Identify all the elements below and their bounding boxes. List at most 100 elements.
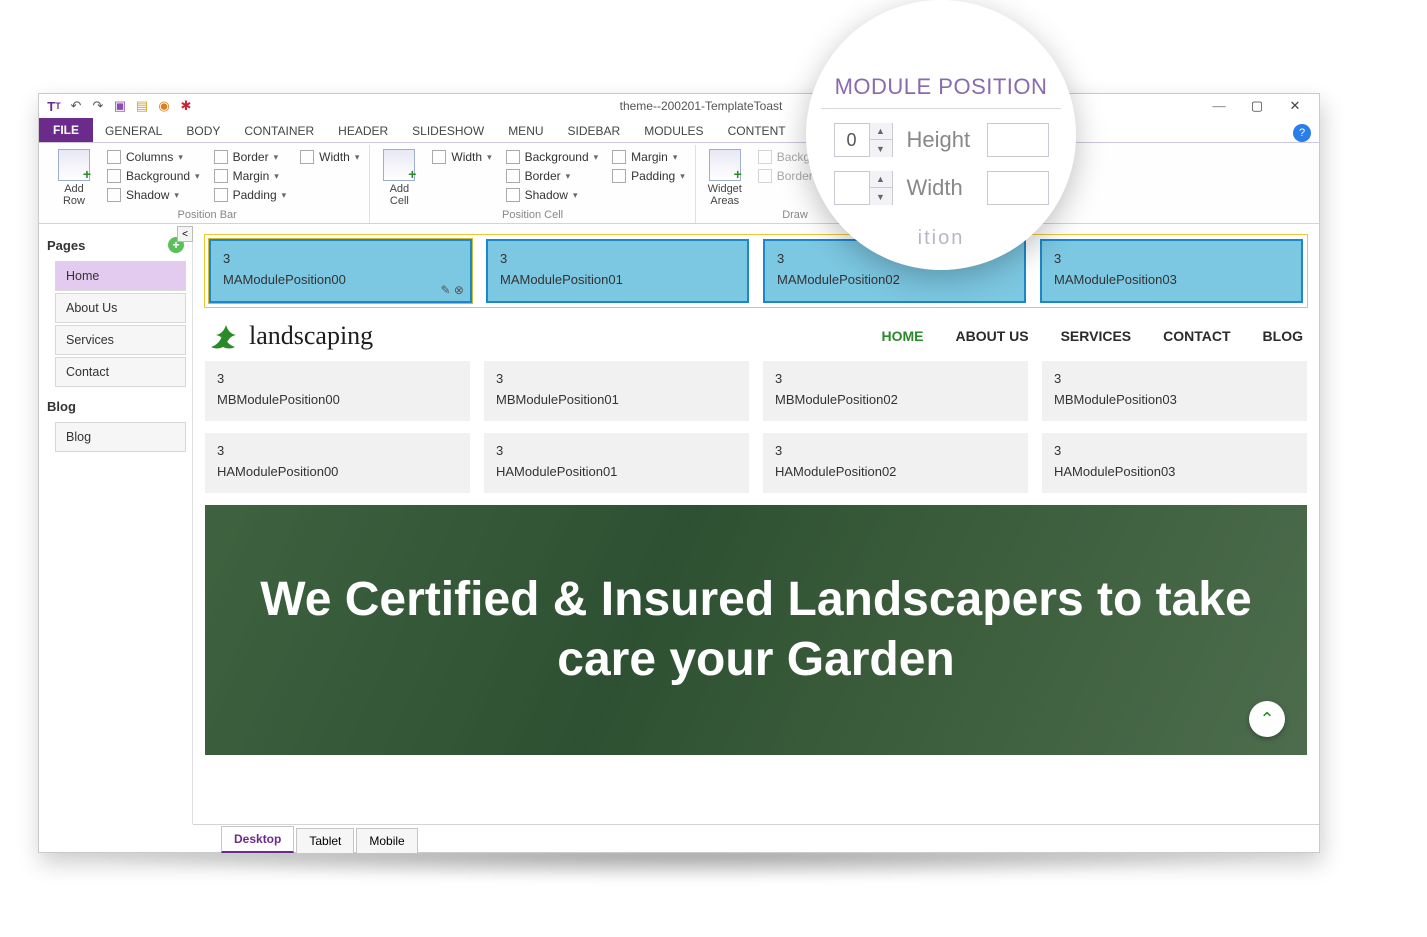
padding-button[interactable]: Padding xyxy=(212,187,289,203)
tab-modules[interactable]: MODULES xyxy=(632,120,715,142)
pages-header: Pages + xyxy=(45,233,186,259)
nav-blog[interactable]: BLOG xyxy=(1263,328,1303,344)
module-position[interactable]: 3MBModulePosition03 xyxy=(1042,361,1307,421)
spinner-value[interactable] xyxy=(835,178,869,199)
firefox-icon[interactable]: ◉ xyxy=(155,97,173,115)
border-button[interactable]: Border xyxy=(212,149,289,165)
blog-header: Blog xyxy=(45,395,186,420)
nav-about[interactable]: ABOUT US xyxy=(955,328,1028,344)
height-input[interactable] xyxy=(987,123,1049,157)
columns-button[interactable]: Columns xyxy=(105,149,202,165)
module-position[interactable]: 3MBModulePosition01 xyxy=(484,361,749,421)
group-position-cell: Add Cell Width Background Border Shadow … xyxy=(370,145,695,223)
design-canvas[interactable]: 3MAModulePosition00 3MAModulePosition01 … xyxy=(193,227,1319,824)
group-label: Position Cell xyxy=(378,207,686,224)
spin-down-icon[interactable]: ▼ xyxy=(870,188,892,205)
nav-home[interactable]: HOME xyxy=(881,328,923,344)
cell-border-button[interactable]: Border xyxy=(504,168,601,184)
tab-file[interactable]: FILE xyxy=(39,118,93,142)
cell-background-button[interactable]: Background xyxy=(504,149,601,165)
redo-icon[interactable]: ↷ xyxy=(89,97,107,115)
scroll-top-button[interactable]: ⌃ xyxy=(1249,701,1285,737)
module-row-b[interactable]: 3MBModulePosition00 3MBModulePosition01 … xyxy=(205,361,1307,421)
spin-up-icon[interactable]: ▲ xyxy=(870,171,892,188)
quick-access-toolbar: TT ↶ ↷ ▣ ▤ ◉ ✱ theme--200201-TemplateToa… xyxy=(39,94,1319,118)
module-position-callout: MODULE POSITION ▲▼ Height ▲▼ Width ition xyxy=(806,0,1076,270)
joomla-icon[interactable]: ✱ xyxy=(177,97,195,115)
module-position[interactable]: 3HAModulePosition01 xyxy=(484,433,749,493)
spin-down-icon[interactable]: ▼ xyxy=(870,140,892,157)
preview-navbar: landscaping HOME ABOUT US SERVICES CONTA… xyxy=(205,315,1307,361)
nav-services[interactable]: SERVICES xyxy=(1061,328,1132,344)
tab-body[interactable]: BODY xyxy=(174,120,232,142)
module-position[interactable]: 3MAModulePosition03 xyxy=(1040,239,1303,303)
tab-menu[interactable]: MENU xyxy=(496,120,555,142)
cell-width-button[interactable]: Width xyxy=(430,149,493,165)
module-position[interactable]: 3MBModulePosition02 xyxy=(763,361,1028,421)
brand: landscaping xyxy=(209,321,373,351)
module-row-h[interactable]: 3HAModulePosition00 3HAModulePosition01 … xyxy=(205,433,1307,493)
page-item-services[interactable]: Services xyxy=(55,325,186,355)
spinner-control[interactable]: ▲▼ xyxy=(834,171,893,205)
page-item-about[interactable]: About Us xyxy=(55,293,186,323)
save-icon[interactable]: ▣ xyxy=(111,97,129,115)
spinner-control[interactable]: ▲▼ xyxy=(834,123,893,157)
spinner-value[interactable] xyxy=(835,130,869,151)
module-row-a[interactable]: 3MAModulePosition00 3MAModulePosition01 … xyxy=(205,235,1307,307)
group-position-bar: Add Row Columns Background Shadow Border… xyxy=(45,145,370,223)
shadow-button[interactable]: Shadow xyxy=(105,187,202,203)
leaf-icon xyxy=(209,323,243,349)
margin-button[interactable]: Margin xyxy=(212,168,289,184)
add-cell-button[interactable]: Add Cell xyxy=(378,147,420,207)
module-position[interactable]: 3HAModulePosition02 xyxy=(763,433,1028,493)
nav-contact[interactable]: CONTACT xyxy=(1163,328,1230,344)
cell-padding-button[interactable]: Padding xyxy=(610,168,687,184)
cell-margin-button[interactable]: Margin xyxy=(610,149,687,165)
background-button[interactable]: Background xyxy=(105,168,202,184)
viewport-mobile[interactable]: Mobile xyxy=(356,828,417,853)
page-item-blog[interactable]: Blog xyxy=(55,422,186,452)
page-item-home[interactable]: Home xyxy=(55,261,186,291)
hero-section[interactable]: We Certified & Insured Landscapers to ta… xyxy=(205,505,1307,755)
tab-general[interactable]: GENERAL xyxy=(93,120,174,142)
tab-header[interactable]: HEADER xyxy=(326,120,400,142)
module-position[interactable]: 3HAModulePosition03 xyxy=(1042,433,1307,493)
undo-icon[interactable]: ↶ xyxy=(67,97,85,115)
module-position[interactable]: 3MAModulePosition00 xyxy=(209,239,472,303)
spin-up-icon[interactable]: ▲ xyxy=(870,123,892,140)
width-button[interactable]: Width xyxy=(298,149,361,165)
ribbon-tabs: FILE GENERAL BODY CONTAINER HEADER SLIDE… xyxy=(39,118,1319,142)
collapse-sidebar-button[interactable]: < xyxy=(177,226,193,242)
callout-cut-text: ition xyxy=(918,227,965,250)
window-shadow xyxy=(38,851,1320,881)
page-item-contact[interactable]: Contact xyxy=(55,357,186,387)
app-window: TT ↶ ↷ ▣ ▤ ◉ ✱ theme--200201-TemplateToa… xyxy=(38,93,1320,853)
hero-headline: We Certified & Insured Landscapers to ta… xyxy=(205,570,1307,690)
width-label: Width xyxy=(907,175,973,201)
tab-container[interactable]: CONTAINER xyxy=(232,120,326,142)
module-position[interactable]: 3MAModulePosition01 xyxy=(486,239,749,303)
text-size-icon[interactable]: TT xyxy=(45,97,63,115)
viewport-tablet[interactable]: Tablet xyxy=(296,828,354,853)
module-position[interactable]: 3HAModulePosition00 xyxy=(205,433,470,493)
height-label: Height xyxy=(907,127,973,153)
tab-slideshow[interactable]: SLIDESHOW xyxy=(400,120,496,142)
callout-title: MODULE POSITION xyxy=(821,70,1062,109)
widget-areas-button[interactable]: Widget Areas xyxy=(704,147,746,207)
group-label: Position Bar xyxy=(53,207,361,224)
maximize-button[interactable]: ▢ xyxy=(1245,98,1269,114)
add-row-button[interactable]: Add Row xyxy=(53,147,95,207)
tab-sidebar[interactable]: SIDEBAR xyxy=(556,120,633,142)
width-input[interactable] xyxy=(987,171,1049,205)
cell-shadow-button[interactable]: Shadow xyxy=(504,187,601,203)
close-button[interactable]: ✕ xyxy=(1283,98,1307,114)
minimize-button[interactable]: — xyxy=(1207,98,1231,114)
viewport-desktop[interactable]: Desktop xyxy=(221,826,294,853)
brand-text: landscaping xyxy=(249,321,373,351)
help-icon[interactable]: ? xyxy=(1293,124,1311,142)
module-position[interactable]: 3MBModulePosition00 xyxy=(205,361,470,421)
open-icon[interactable]: ▤ xyxy=(133,97,151,115)
tab-content[interactable]: CONTENT xyxy=(716,120,798,142)
viewport-tabs: Desktop Tablet Mobile xyxy=(193,824,1319,852)
sidebar: < Pages + Home About Us Services Contact… xyxy=(39,227,193,824)
